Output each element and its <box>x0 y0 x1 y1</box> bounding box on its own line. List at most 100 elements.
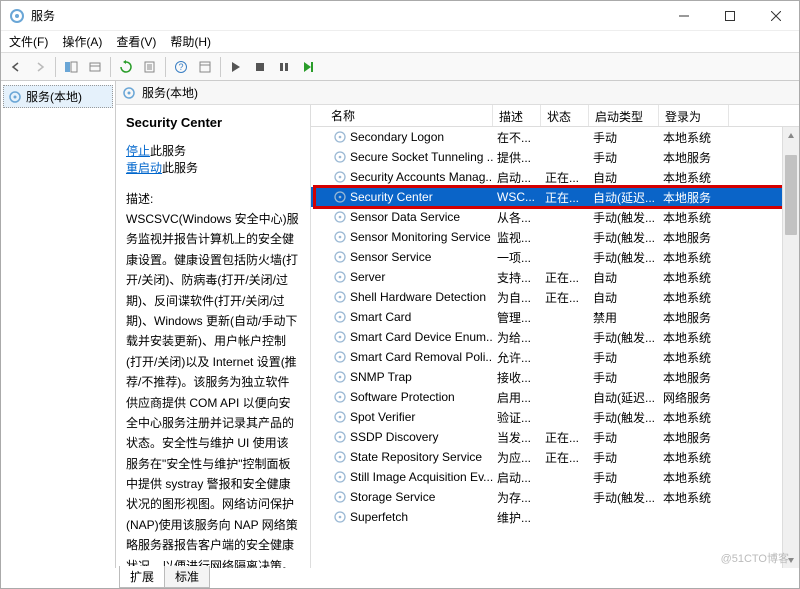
view-button[interactable] <box>84 56 106 78</box>
service-name: SNMP Trap <box>350 370 412 384</box>
stop-suffix: 此服务 <box>150 144 186 158</box>
gear-icon <box>333 190 347 204</box>
gear-icon <box>333 210 347 224</box>
service-logon: 本地系统 <box>659 209 729 226</box>
col-desc[interactable]: 描述 <box>493 105 541 126</box>
refresh-button[interactable] <box>115 56 137 78</box>
service-start: 手动 <box>589 429 659 446</box>
service-row[interactable]: Superfetch维护... <box>311 507 799 527</box>
service-name: Spot Verifier <box>350 410 415 424</box>
service-logon: 本地服务 <box>659 429 729 446</box>
service-row[interactable]: Secondary Logon在不...手动本地系统 <box>311 127 799 147</box>
service-row[interactable]: SNMP Trap接收...手动本地服务 <box>311 367 799 387</box>
service-desc: 为存... <box>493 489 541 506</box>
menu-action[interactable]: 操作(A) <box>62 33 102 50</box>
service-row[interactable]: Software Protection启用...自动(延迟...网络服务 <box>311 387 799 407</box>
service-row[interactable]: Storage Service为存...手动(触发...本地系统 <box>311 487 799 507</box>
service-desc: 为自... <box>493 289 541 306</box>
content-split: Security Center 停止此服务 重启动此服务 描述: WSCSVC(… <box>116 105 799 568</box>
vertical-scrollbar[interactable] <box>782 127 799 568</box>
menu-help[interactable]: 帮助(H) <box>170 33 211 50</box>
scroll-up-icon[interactable] <box>783 127 799 144</box>
close-button[interactable] <box>753 1 799 31</box>
service-name: Sensor Monitoring Service <box>350 230 491 244</box>
service-logon: 本地服务 <box>659 229 729 246</box>
detail-pane: Security Center 停止此服务 重启动此服务 描述: WSCSVC(… <box>116 105 311 568</box>
export-button[interactable] <box>139 56 161 78</box>
right-header-label: 服务(本地) <box>142 84 198 101</box>
start-service-button[interactable] <box>225 56 247 78</box>
restart-suffix: 此服务 <box>162 161 198 175</box>
service-start: 自动 <box>589 169 659 186</box>
right-pane: 服务(本地) Security Center 停止此服务 重启动此服务 描述: … <box>116 81 799 568</box>
menu-view[interactable]: 查看(V) <box>116 33 156 50</box>
col-name[interactable]: 名称 <box>311 105 493 126</box>
gear-icon <box>333 330 347 344</box>
service-row[interactable]: Server支持...正在...自动本地系统 <box>311 267 799 287</box>
description-text: WSCSVC(Windows 安全中心)服务监视并报告计算机上的安全健康设置。健… <box>126 209 300 568</box>
service-start: 手动(触发... <box>589 249 659 266</box>
service-row[interactable]: Sensor Monitoring Service监视...手动(触发...本地… <box>311 227 799 247</box>
gear-icon <box>333 430 347 444</box>
service-desc: 支持... <box>493 269 541 286</box>
separator <box>55 57 56 77</box>
service-row[interactable]: Security CenterWSC...正在...自动(延迟...本地服务 <box>311 187 799 207</box>
service-name: State Repository Service <box>350 450 482 464</box>
service-row[interactable]: Secure Socket Tunneling ...提供...手动本地服务 <box>311 147 799 167</box>
help-button[interactable]: ? <box>170 56 192 78</box>
service-row[interactable]: Sensor Data Service从各...手动(触发...本地系统 <box>311 207 799 227</box>
service-row[interactable]: Sensor Service一项...手动(触发...本地系统 <box>311 247 799 267</box>
service-row[interactable]: Shell Hardware Detection为自...正在...自动本地系统 <box>311 287 799 307</box>
gear-icon <box>8 90 22 104</box>
tab-extended[interactable]: 扩展 <box>119 566 165 588</box>
service-start: 手动 <box>589 369 659 386</box>
gear-icon <box>333 450 347 464</box>
service-row[interactable]: Security Accounts Manag...启动...正在...自动本地… <box>311 167 799 187</box>
service-desc: 管理... <box>493 309 541 326</box>
col-logon[interactable]: 登录为 <box>659 105 729 126</box>
service-logon: 本地系统 <box>659 449 729 466</box>
forward-button[interactable] <box>29 56 51 78</box>
back-button[interactable] <box>5 56 27 78</box>
tab-standard[interactable]: 标准 <box>164 566 210 588</box>
gear-icon <box>333 170 347 184</box>
service-row[interactable]: State Repository Service为应...正在...手动本地系统 <box>311 447 799 467</box>
services-list: 名称 描述 状态 启动类型 登录为 Secondary Logon在不...手动… <box>311 105 799 568</box>
properties-button[interactable] <box>194 56 216 78</box>
service-row[interactable]: Smart Card Removal Poli...允许...手动本地系统 <box>311 347 799 367</box>
service-name: Server <box>350 270 385 284</box>
minimize-button[interactable] <box>661 1 707 31</box>
service-logon: 本地系统 <box>659 289 729 306</box>
service-status: 正在... <box>541 429 589 446</box>
gear-icon <box>333 270 347 284</box>
tree-item-services-local[interactable]: 服务(本地) <box>3 85 113 108</box>
col-start[interactable]: 启动类型 <box>589 105 659 126</box>
scroll-thumb[interactable] <box>785 155 797 235</box>
service-row[interactable]: SSDP Discovery当发...正在...手动本地服务 <box>311 427 799 447</box>
col-status[interactable]: 状态 <box>541 105 589 126</box>
service-row[interactable]: Still Image Acquisition Ev...启动...手动本地系统 <box>311 467 799 487</box>
maximize-button[interactable] <box>707 1 753 31</box>
show-hide-tree-button[interactable] <box>60 56 82 78</box>
menu-file[interactable]: 文件(F) <box>9 33 48 50</box>
stop-service-button[interactable] <box>249 56 271 78</box>
service-name: Security Center <box>350 190 433 204</box>
service-name: Still Image Acquisition Ev... <box>350 470 493 484</box>
restart-service-button[interactable] <box>297 56 319 78</box>
navigation-tree: 服务(本地) <box>1 81 116 568</box>
gear-icon <box>333 470 347 484</box>
service-row[interactable]: Smart Card Device Enum...为给...手动(触发...本地… <box>311 327 799 347</box>
restart-link[interactable]: 重启动 <box>126 161 162 175</box>
service-status: 正在... <box>541 169 589 186</box>
service-name: Smart Card <box>350 310 411 324</box>
service-row[interactable]: Spot Verifier验证...手动(触发...本地系统 <box>311 407 799 427</box>
pause-service-button[interactable] <box>273 56 295 78</box>
scroll-down-icon[interactable] <box>783 551 799 568</box>
service-desc: 启动... <box>493 469 541 486</box>
stop-link[interactable]: 停止 <box>126 144 150 158</box>
service-start: 自动(延迟... <box>589 189 659 206</box>
gear-icon <box>333 250 347 264</box>
service-desc: 验证... <box>493 409 541 426</box>
service-row[interactable]: Smart Card管理...禁用本地服务 <box>311 307 799 327</box>
service-logon: 本地系统 <box>659 269 729 286</box>
